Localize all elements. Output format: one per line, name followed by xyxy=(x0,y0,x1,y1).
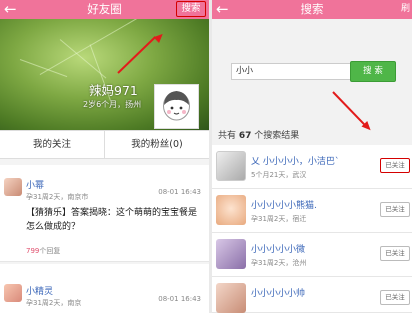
result-user-meta: 孕31周2天，沧州 xyxy=(251,259,307,267)
reply-count: 799个回复 xyxy=(26,246,60,256)
result-count-suffix: 个搜索结果 xyxy=(254,131,300,141)
result-count: 共有 67 个搜索结果 xyxy=(218,128,299,141)
follow-status-button[interactable]: 已关注 xyxy=(380,246,410,261)
annotation-arrow xyxy=(332,91,368,128)
refresh-button[interactable]: 刷 xyxy=(401,2,410,17)
follow-status-button[interactable]: 已关注 xyxy=(380,158,410,173)
post-author-meta: 孕31周2天，南京 xyxy=(26,299,82,307)
search-button[interactable]: 搜索 xyxy=(176,1,206,17)
follow-tabs: 我的关注 我的粉丝(0) xyxy=(0,130,209,159)
friends-circle-screen: ← 好友圈 搜索 辣妈971 2岁6个月，扬州 我的关注 我的粉丝(0) 小幂 … xyxy=(0,0,209,313)
result-user-meta: 孕31周2天，宿迁 xyxy=(251,215,307,223)
tab-fans[interactable]: 我的粉丝(0) xyxy=(104,131,209,158)
result-user-name[interactable]: 小小小小小微 xyxy=(251,242,305,255)
reply-count-suffix: 个回复 xyxy=(39,247,61,255)
search-submit-button[interactable]: 搜 索 xyxy=(350,61,396,82)
post-author-meta: 孕31周2天，南京市 xyxy=(26,193,89,201)
user-avatar[interactable] xyxy=(4,284,22,302)
search-result-item[interactable]: 乂 小小小小，小洁巴` 5个月21天，武汉 已关注 xyxy=(212,145,412,189)
search-result-item[interactable]: 小小小小小微 孕31周2天，沧州 已关注 xyxy=(212,233,412,277)
left-header: ← 好友圈 搜索 xyxy=(0,0,209,19)
user-avatar[interactable] xyxy=(216,283,246,313)
right-header: ← 搜索 刷 xyxy=(212,0,412,19)
annotation-arrow xyxy=(117,36,157,74)
profile-name: 辣妈971 xyxy=(89,83,138,98)
user-avatar[interactable] xyxy=(4,178,22,196)
result-user-name[interactable]: 小小小小小帅 xyxy=(251,286,305,299)
post-item[interactable]: 小幂 孕31周2天，南京市 08-01 16:43 【猜猜乐】答案揭晓：这个萌萌… xyxy=(0,165,209,262)
annotation-arrow-head xyxy=(153,30,166,44)
search-result-item[interactable]: 小小小小小熊猫. 孕31周2天，宿迁 已关注 xyxy=(212,189,412,233)
search-result-item[interactable]: 小小小小小帅 已关注 xyxy=(212,277,412,313)
post-body[interactable]: 【猜猜乐】答案揭晓：这个萌萌的宝宝餐是怎么做成的？ xyxy=(26,206,203,234)
tab-following[interactable]: 我的关注 xyxy=(0,131,104,158)
result-user-name[interactable]: 乂 小小小小，小洁巴` xyxy=(251,154,339,167)
post-time: 08-01 16:43 xyxy=(158,295,201,303)
result-user-name[interactable]: 小小小小小熊猫. xyxy=(251,198,317,211)
follow-status-button[interactable]: 已关注 xyxy=(380,290,410,305)
result-user-meta: 5个月21天，武汉 xyxy=(251,171,307,179)
cartoon-avatar-icon xyxy=(163,91,190,121)
post-author[interactable]: 小精灵 xyxy=(26,284,53,297)
user-avatar[interactable] xyxy=(216,239,246,269)
profile-subtitle: 2岁6个月，扬州 xyxy=(83,100,142,109)
page-title: 搜索 xyxy=(300,2,324,16)
post-time: 08-01 16:43 xyxy=(158,188,201,196)
profile-avatar[interactable] xyxy=(154,84,199,129)
user-avatar[interactable] xyxy=(216,195,246,225)
post-author[interactable]: 小幂 xyxy=(26,178,44,191)
follow-status-button[interactable]: 已关注 xyxy=(380,202,410,217)
search-input[interactable]: 小小 xyxy=(231,63,351,80)
result-count-prefix: 共有 xyxy=(218,131,237,141)
result-count-number: 67 xyxy=(238,131,252,141)
post-item[interactable]: 小精灵 孕31周2天，南京 08-01 16:43 xyxy=(0,264,209,313)
cover-image: 辣妈971 2岁6个月，扬州 xyxy=(0,19,209,130)
reply-count-number: 799 xyxy=(26,247,40,255)
search-screen: ← 搜索 刷 小小 搜 索 共有 67 个搜索结果 乂 小小小小，小洁巴` 5个… xyxy=(212,0,412,313)
user-avatar[interactable] xyxy=(216,151,246,181)
